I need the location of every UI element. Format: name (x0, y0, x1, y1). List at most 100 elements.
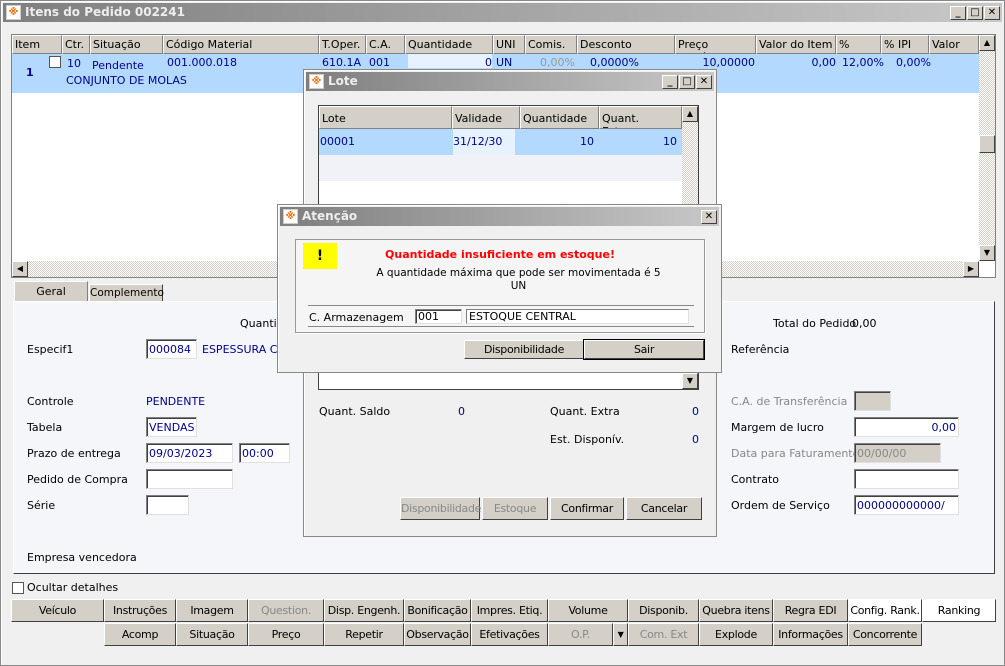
scroll-thumb[interactable] (979, 135, 995, 153)
contrato-input[interactable] (854, 469, 959, 489)
veiculo-button[interactable]: Veículo (11, 599, 104, 622)
col-desconto[interactable]: Desconto (577, 35, 675, 54)
empty-row (319, 155, 682, 181)
especif1-input[interactable]: 000084 (146, 339, 197, 359)
disponib-button[interactable]: Disponib. (628, 599, 699, 622)
situacao-button[interactable]: Situação (176, 623, 248, 646)
prazo-time-input[interactable]: 00:00 (239, 443, 290, 463)
divider (308, 326, 694, 327)
repetir-button[interactable]: Repetir (324, 623, 404, 646)
serie-input[interactable] (146, 495, 189, 515)
atencao-title-bar[interactable]: ※ Atenção ✕ (280, 207, 719, 226)
armazenagem-code-input[interactable]: 001 (415, 309, 462, 324)
close-button[interactable]: ✕ (984, 6, 1000, 20)
controle-label: Controle (27, 395, 74, 408)
col-ipi[interactable]: % IPI (881, 35, 929, 54)
col-preco[interactable]: Preço Unitário (675, 35, 756, 54)
volume-button[interactable]: Volume (548, 599, 628, 622)
observacao-button[interactable]: Observação (404, 623, 471, 646)
col-toper[interactable]: T.Oper. (319, 35, 366, 54)
margem-input[interactable]: 0,00 (854, 417, 959, 437)
scroll-up-icon[interactable]: ▲ (979, 35, 995, 51)
preco-button[interactable]: Preço (248, 623, 324, 646)
vertical-scrollbar[interactable]: ▲ ▼ (979, 35, 995, 261)
table-row[interactable]: 00001 31/12/30 10 10 (319, 129, 682, 155)
col-validade[interactable]: Validade (452, 106, 520, 129)
question-button[interactable]: Question. (248, 599, 324, 622)
config-rank-button[interactable]: Config. Rank. (848, 599, 922, 622)
minimize-button[interactable]: _ (950, 6, 966, 20)
ranking-button[interactable]: Ranking (922, 599, 996, 622)
lote-estoque-button[interactable]: Estoque (482, 497, 548, 520)
bonificacao-button[interactable]: Bonificação (404, 599, 471, 622)
main-title-bar[interactable]: ※ Itens do Pedido 002241 _ □ ✕ (3, 3, 1002, 22)
impres-etiq-button[interactable]: Impres. Etiq. (471, 599, 548, 622)
lote-confirmar-button[interactable]: Confirmar (550, 497, 624, 520)
ordem-servico-label: Ordem de Serviço (731, 499, 830, 512)
col-lote[interactable]: Lote (319, 106, 452, 129)
armazenagem-desc-input: ESTOQUE CENTRAL (466, 309, 689, 324)
col-ca[interactable]: C.A. (366, 35, 405, 54)
scroll-left-icon[interactable]: ◀ (12, 261, 28, 277)
atencao-sair-button[interactable]: Sair (583, 339, 705, 360)
contrato-label: Contrato (731, 473, 780, 486)
col-comis[interactable]: Comis. (525, 35, 577, 54)
tab-complemento[interactable]: Complemento (89, 284, 164, 302)
regra-edi-button[interactable]: Regra EDI (773, 599, 848, 622)
quantidade-value[interactable]: 10 (520, 135, 594, 148)
row-ctr: 10 (67, 57, 81, 70)
row-situacao: Pendente (92, 59, 144, 72)
col-item[interactable]: Item (12, 35, 62, 54)
ocultar-detalhes-checkbox[interactable] (12, 582, 24, 594)
tabela-label: Tabela (27, 421, 63, 434)
validade-value: 31/12/30 (453, 129, 515, 155)
col-quantidade[interactable]: Quantidade (520, 106, 599, 129)
col-quant-estoque[interactable]: Quant. Estoque (599, 106, 682, 129)
col-quantidade[interactable]: Quantidade (405, 35, 493, 54)
col-ctr[interactable]: Ctr. (62, 35, 90, 54)
informacoes-button[interactable]: Informações (773, 623, 848, 646)
row-quantidade[interactable]: 0 (408, 54, 492, 69)
maximize-button[interactable]: □ (967, 6, 983, 20)
lote-minimize-button[interactable]: _ (662, 75, 678, 89)
col-situacao[interactable]: Situação (90, 35, 163, 54)
lote-title-bar[interactable]: ※ Lote _ □ ✕ (306, 72, 714, 91)
ordem-servico-input[interactable]: 000000000000/ (854, 495, 959, 515)
atencao-disponibilidade-button[interactable]: Disponibilidade (464, 340, 584, 359)
app-icon: ※ (283, 209, 298, 224)
efetivacoes-button[interactable]: Efetivações (471, 623, 548, 646)
o-p-button[interactable]: O.P. (548, 623, 613, 646)
atencao-close-button[interactable]: ✕ (701, 210, 717, 224)
scroll-down-icon[interactable]: ▼ (979, 245, 995, 261)
col-valor-ipi[interactable]: Valor IPI (929, 35, 979, 54)
row-checkbox[interactable] (49, 56, 61, 68)
quebra-itens-button[interactable]: Quebra itens (699, 599, 773, 622)
prazo-date-input[interactable]: 09/03/2023 (146, 443, 233, 463)
lote-disponibilidade-button[interactable]: Disponibilidade (400, 497, 481, 520)
lote-maximize-button[interactable]: □ (679, 75, 695, 89)
data-faturamento-label: Data para Faturamento (731, 447, 860, 460)
scroll-right-icon[interactable]: ▶ (963, 261, 979, 277)
tabela-input[interactable]: VENDAS (146, 417, 197, 437)
disp-engenh-button[interactable]: Disp. Engenh. (324, 599, 404, 622)
warning-message: A quantidade máxima que pode ser movimen… (376, 267, 661, 279)
acomp-button[interactable]: Acomp (104, 623, 176, 646)
col-codigo[interactable]: Código Material (163, 35, 319, 54)
scroll-up-icon[interactable]: ▲ (682, 106, 698, 122)
col-valor-item[interactable]: Valor do Item (756, 35, 836, 54)
instrucoes-button[interactable]: Instruções (104, 599, 176, 622)
col-icms[interactable]: % ICMS (836, 35, 881, 54)
op-dropdown-icon[interactable]: ▼ (613, 623, 628, 646)
armazenagem-label: C. Armazenagem (309, 311, 404, 324)
tab-geral[interactable]: Geral (14, 281, 88, 302)
com-ext-button[interactable]: Com. Ext (628, 623, 699, 646)
pedido-compra-input[interactable] (146, 469, 233, 489)
imagem-button[interactable]: Imagem (176, 599, 248, 622)
lote-cancelar-button[interactable]: Cancelar (626, 497, 702, 520)
lote-close-button[interactable]: ✕ (696, 75, 712, 89)
concorrente-button[interactable]: Concorrente (848, 623, 922, 646)
col-uni[interactable]: UNI (493, 35, 525, 54)
explode-button[interactable]: Explode (699, 623, 773, 646)
scroll-down-icon[interactable]: ▼ (682, 373, 698, 389)
row-codigo: 001.000.018 (167, 56, 237, 69)
